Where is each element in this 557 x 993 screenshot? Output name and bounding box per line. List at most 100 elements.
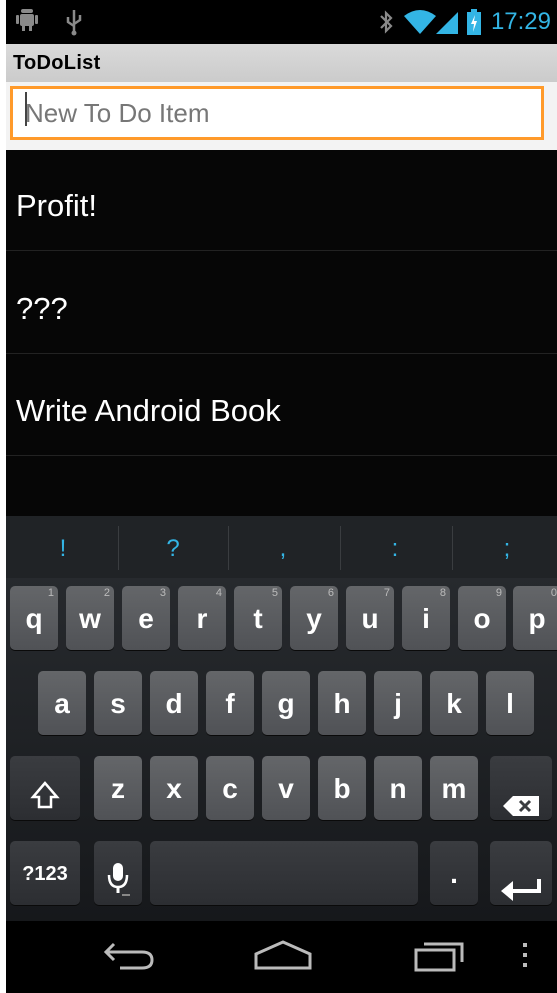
key-label: n: [389, 773, 407, 804]
key-label: e: [138, 603, 154, 634]
key-label: q: [25, 603, 43, 634]
key-z[interactable]: z: [94, 756, 142, 820]
key-v[interactable]: v: [262, 756, 310, 820]
key-hint: 4: [215, 587, 222, 599]
key-p[interactable]: p0: [513, 586, 557, 650]
text-cursor: [25, 92, 27, 126]
key-label: j: [394, 688, 402, 719]
period-key[interactable]: .: [430, 841, 478, 905]
space-bar[interactable]: [150, 841, 418, 905]
key-label: c: [222, 773, 238, 804]
key-label: r: [196, 603, 208, 634]
key-h[interactable]: h: [318, 671, 366, 735]
key-w[interactable]: w2: [66, 586, 114, 650]
backspace-icon: [501, 776, 541, 842]
key-l[interactable]: l: [486, 671, 534, 735]
new-todo-input[interactable]: [10, 86, 544, 140]
key-x[interactable]: x: [150, 756, 198, 820]
key-hint: 5: [271, 587, 278, 599]
enter-icon: [499, 861, 543, 927]
key-t[interactable]: t5: [234, 586, 282, 650]
usb-icon: [64, 8, 84, 41]
device-screen: 17:29 ToDoList Profit! ??? Write Android…: [6, 0, 557, 993]
suggestion-strip: ! ? , : ;: [6, 516, 557, 578]
key-label: z: [111, 773, 125, 804]
key-r[interactable]: r4: [178, 586, 226, 650]
todo-list: Profit! ??? Write Android Book: [6, 150, 557, 516]
key-j[interactable]: j: [374, 671, 422, 735]
key-y[interactable]: y6: [290, 586, 338, 650]
key-u[interactable]: u7: [346, 586, 394, 650]
list-item[interactable]: ???: [6, 253, 557, 354]
key-a[interactable]: a: [38, 671, 86, 735]
backspace-key[interactable]: [490, 756, 552, 820]
key-c[interactable]: c: [206, 756, 254, 820]
navigation-bar: [6, 921, 557, 993]
shift-key[interactable]: [10, 756, 80, 820]
key-label: l: [506, 688, 514, 719]
key-b[interactable]: b: [318, 756, 366, 820]
suggestion-semicolon[interactable]: ;: [452, 516, 557, 578]
key-label: t: [253, 603, 263, 634]
wifi-icon: [404, 8, 436, 41]
key-m[interactable]: m: [430, 756, 478, 820]
voice-input-key[interactable]: [94, 841, 142, 905]
key-i[interactable]: i8: [402, 586, 450, 650]
recent-apps-icon: [412, 938, 466, 977]
status-time: 17:29: [490, 8, 551, 35]
suggestion-colon[interactable]: :: [340, 516, 450, 578]
key-label: u: [361, 603, 379, 634]
key-label: y: [306, 603, 322, 634]
list-item-text: Profit!: [16, 188, 97, 223]
key-label: p: [528, 603, 546, 634]
microphone-icon: [106, 855, 130, 921]
key-label: m: [441, 773, 467, 804]
key-k[interactable]: k: [430, 671, 478, 735]
suggestion-question[interactable]: ?: [118, 516, 228, 578]
key-hint: 1: [47, 587, 54, 599]
list-item[interactable]: Write Android Book: [6, 355, 557, 456]
key-hint: 7: [383, 587, 390, 599]
home-button[interactable]: [248, 935, 318, 979]
soft-keyboard: ! ? , : ; q1 w2 e3 r4 t5 y6 u7 i8 o9 p0 …: [6, 516, 557, 921]
enter-key[interactable]: [490, 841, 552, 905]
key-n[interactable]: n: [374, 756, 422, 820]
key-label: v: [278, 773, 294, 804]
key-hint: 2: [103, 587, 110, 599]
battery-icon: [466, 8, 482, 41]
key-hint: 9: [495, 587, 502, 599]
key-hint: 8: [439, 587, 446, 599]
key-o[interactable]: o9: [458, 586, 506, 650]
list-item[interactable]: Profit!: [6, 150, 557, 251]
key-label: h: [333, 688, 351, 719]
key-label: s: [110, 688, 126, 719]
key-d[interactable]: d: [150, 671, 198, 735]
recent-apps-button[interactable]: [404, 935, 474, 979]
list-item-text: ???: [16, 291, 68, 326]
symbols-key[interactable]: ?123: [10, 841, 80, 905]
key-s[interactable]: s: [94, 671, 142, 735]
back-button[interactable]: [94, 935, 164, 979]
menu-button[interactable]: [500, 935, 550, 979]
key-label: ?123: [22, 863, 68, 885]
key-e[interactable]: e3: [122, 586, 170, 650]
suggestion-exclamation[interactable]: !: [8, 516, 118, 578]
key-g[interactable]: g: [262, 671, 310, 735]
home-icon: [252, 938, 314, 977]
suggestion-comma[interactable]: ,: [228, 516, 338, 578]
key-label: x: [166, 773, 182, 804]
key-q[interactable]: q1: [10, 586, 58, 650]
key-f[interactable]: f: [206, 671, 254, 735]
key-label: k: [446, 688, 462, 719]
key-label: a: [54, 688, 70, 719]
list-item-text: Write Android Book: [16, 393, 281, 428]
key-label: f: [225, 688, 235, 719]
shift-icon: [30, 770, 60, 836]
new-item-area: [6, 82, 557, 150]
bluetooth-icon: [378, 8, 394, 41]
app-title: ToDoList: [13, 52, 101, 74]
key-label: .: [450, 858, 458, 889]
key-label: g: [277, 688, 295, 719]
key-label: o: [473, 603, 491, 634]
app-title-bar: ToDoList: [6, 44, 557, 82]
